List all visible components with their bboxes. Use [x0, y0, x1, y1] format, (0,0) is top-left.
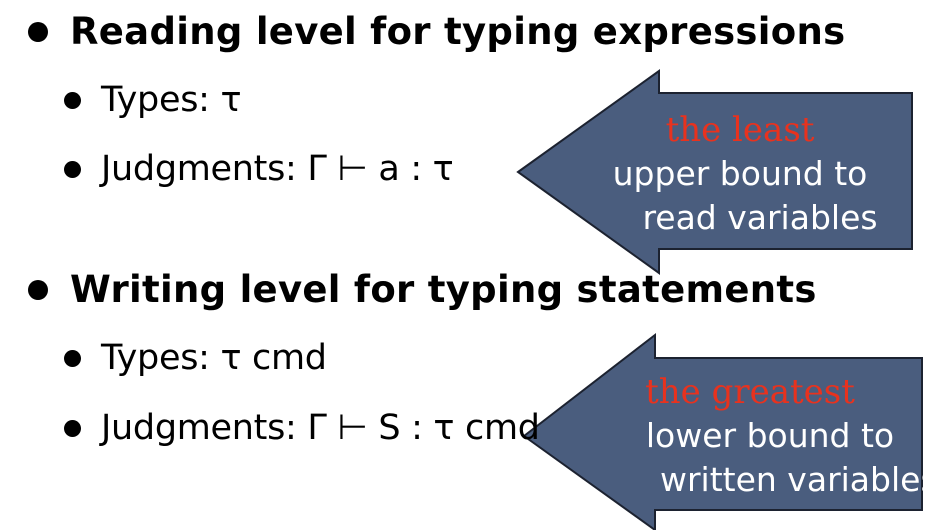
bullet-dot: [28, 279, 48, 300]
read-callout-line1: upper bound to: [612, 154, 868, 193]
writing-types-bullet: Types: τ cmd: [64, 338, 327, 378]
reading-level-bullet: Reading level for typing expressions: [28, 10, 845, 53]
reading-level-title: Reading level for typing expressions: [70, 10, 846, 53]
read-callout-highlight: the least: [665, 110, 815, 150]
writing-types-text: Types: τ cmd: [101, 338, 327, 378]
bullet-dot: [28, 21, 48, 42]
write-callout: the greatest lower bound to written vari…: [600, 370, 931, 502]
bullet-dot: [64, 419, 81, 437]
writing-level-bullet: Writing level for typing statements: [28, 268, 817, 311]
reading-judgments-bullet: Judgments: Γ ⊢ a : τ: [64, 149, 454, 189]
writing-level-title: Writing level for typing statements: [70, 268, 817, 311]
read-callout-line2: read variables: [642, 198, 878, 237]
write-callout-line1: lower bound to: [645, 416, 895, 455]
reading-types-text: Types: τ: [101, 80, 242, 120]
write-callout-line2: written variables: [660, 460, 931, 499]
writing-judgments-text: Judgments: Γ ⊢ S : τ cmd: [101, 408, 540, 448]
reading-judgments-text: Judgments: Γ ⊢ a : τ: [101, 149, 454, 189]
bullet-dot: [64, 91, 81, 109]
read-callout: the least upper bound to read variables: [590, 108, 890, 240]
bullet-dot: [64, 160, 81, 178]
writing-judgments-bullet: Judgments: Γ ⊢ S : τ cmd: [64, 408, 540, 448]
write-callout-highlight: the greatest: [645, 372, 855, 412]
bullet-dot: [64, 349, 81, 367]
reading-types-bullet: Types: τ: [64, 80, 242, 120]
